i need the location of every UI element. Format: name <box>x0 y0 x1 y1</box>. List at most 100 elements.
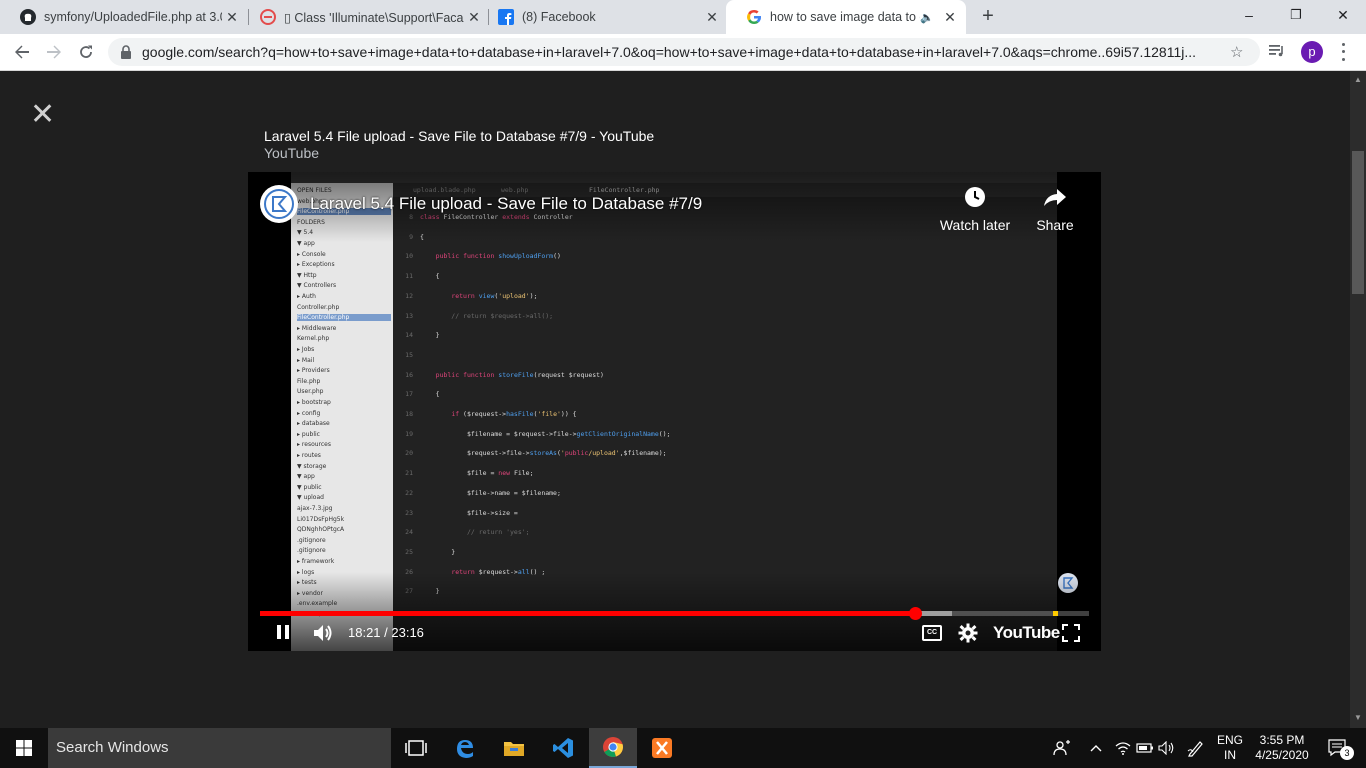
windows-logo-icon <box>16 740 32 756</box>
close-tab-icon[interactable]: ✕ <box>702 9 722 26</box>
file-tree-item: Li017DsFpHg5k <box>297 515 345 523</box>
result-title[interactable]: Laravel 5.4 File upload - Save File to D… <box>264 128 654 144</box>
back-button[interactable] <box>10 40 34 64</box>
clock[interactable]: 3:55 PM 4/25/2020 <box>1250 728 1314 768</box>
laracasts-icon <box>260 9 276 25</box>
tab-google-active[interactable]: how to save image data to d 🔈 ✕ <box>726 0 966 34</box>
watch-later-button[interactable]: Watch later <box>936 186 1014 233</box>
speaker-volume-icon[interactable] <box>1156 728 1178 768</box>
taskbar-search-box[interactable]: Search Windows <box>48 728 391 768</box>
volume-button[interactable] <box>312 623 334 643</box>
task-view-icon <box>405 740 427 756</box>
scrollbar-thumb[interactable] <box>1352 151 1364 294</box>
youtube-logo[interactable]: YouTube <box>993 623 1060 643</box>
settings-button[interactable] <box>958 623 978 643</box>
code-line: $filename = $request->file->getClientOri… <box>420 429 671 438</box>
close-tab-icon[interactable]: ✕ <box>940 9 960 26</box>
forward-button[interactable] <box>42 40 66 64</box>
file-tree-item: ▼ public <box>297 483 322 491</box>
edge-icon <box>457 740 473 758</box>
tab-laracasts[interactable]: ▯ Class 'Illuminate\Support\Facade ✕ <box>240 0 490 34</box>
video-title[interactable]: Laravel 5.4 File upload - Save File to D… <box>310 194 702 214</box>
line-number: 25 <box>405 547 413 556</box>
minimize-button[interactable]: – <box>1226 0 1272 30</box>
file-tree-item: .gitignore <box>297 547 326 555</box>
channel-avatar[interactable] <box>260 185 298 223</box>
bookmark-star-icon[interactable]: ☆ <box>1230 43 1243 61</box>
file-tree-item: ▼ Http <box>297 271 317 279</box>
file-tree-item: Controller.php <box>297 303 340 311</box>
tab-title: symfony/UploadedFile.php at 3.0 <box>44 10 222 24</box>
file-tree-item: ▸ framework <box>297 558 335 565</box>
file-tree-item: ▼ storage <box>297 462 327 470</box>
fullscreen-icon <box>1062 624 1080 642</box>
maximize-button[interactable]: ❐ <box>1272 0 1320 30</box>
code-line: { <box>420 272 440 281</box>
taskbar-file-explorer[interactable] <box>490 728 538 768</box>
people-icon[interactable] <box>1050 728 1074 768</box>
tab-facebook[interactable]: (8) Facebook ✕ <box>478 0 728 34</box>
line-number: 24 <box>405 528 413 537</box>
chevron-up-icon[interactable] <box>1086 728 1106 768</box>
menu-kebab-icon[interactable] <box>1337 41 1349 63</box>
taskbar-edge[interactable] <box>441 728 489 768</box>
captions-button[interactable]: CC <box>922 625 942 641</box>
line-number: 16 <box>405 370 413 379</box>
pen-ink-icon[interactable] <box>1184 728 1208 768</box>
file-tree-item: QDNghhOPtgcA <box>297 526 345 534</box>
taskbar-vscode[interactable] <box>539 728 587 768</box>
close-tab-icon[interactable]: ✕ <box>222 9 242 26</box>
taskbar-chrome[interactable] <box>589 728 637 768</box>
scroll-up-arrow-icon[interactable]: ▲ <box>1354 75 1362 84</box>
code-line: // return 'yes'; <box>420 528 530 537</box>
youtube-player[interactable]: OPEN FILESweb.phpFileController.phpFOLDE… <box>248 172 1101 651</box>
file-tree-item: File.php <box>297 377 321 385</box>
start-button[interactable] <box>0 728 48 768</box>
file-tree-item: ▼ upload <box>297 494 324 502</box>
url-text: google.com/search?q=how+to+save+image+da… <box>142 44 1197 60</box>
scroll-down-arrow-icon[interactable]: ▼ <box>1354 713 1362 722</box>
lock-icon <box>120 45 132 64</box>
share-button[interactable]: Share <box>1030 186 1080 233</box>
language-label: ENG <box>1216 733 1243 747</box>
tab-github[interactable]: symfony/UploadedFile.php at 3.0 ✕ <box>0 0 248 34</box>
language-indicator[interactable]: ENG IN <box>1212 728 1248 768</box>
profile-avatar[interactable]: p <box>1301 41 1323 63</box>
close-lightbox-button[interactable]: ✕ <box>30 100 58 130</box>
reload-button[interactable] <box>74 40 98 64</box>
line-number: 14 <box>405 331 413 340</box>
time-display: 18:21 / 23:16 <box>348 625 424 640</box>
clock-date: 4/25/2020 <box>1255 748 1309 762</box>
taskbar-xampp[interactable] <box>638 728 686 768</box>
close-window-button[interactable]: ✕ <box>1320 0 1366 30</box>
scrubber-handle[interactable] <box>908 607 922 620</box>
line-number: 17 <box>405 390 413 399</box>
clock-icon <box>965 187 985 207</box>
new-tab-button[interactable]: + <box>976 5 1000 29</box>
file-tree-item: Kernel.php <box>297 335 330 343</box>
progress-track[interactable] <box>260 607 1089 620</box>
played-bar <box>260 611 915 616</box>
code-line: $request->file->storeAs('public/upload',… <box>420 449 667 458</box>
line-number: 11 <box>405 272 413 281</box>
xampp-icon <box>652 738 672 758</box>
browser-toolbar: google.com/search?q=how+to+save+image+da… <box>0 34 1366 71</box>
action-center-button[interactable]: 3 <box>1318 728 1358 768</box>
file-tree-item: ▸ Console <box>297 250 326 258</box>
file-tree-item: ▸ Middleware <box>297 324 337 332</box>
pause-button[interactable] <box>274 623 294 643</box>
media-controls-icon[interactable] <box>1268 42 1290 62</box>
file-tree-item: .gitignore <box>297 536 326 544</box>
tab-title: (8) Facebook <box>522 10 596 24</box>
task-view-button[interactable] <box>392 728 440 768</box>
wifi-icon[interactable] <box>1112 728 1134 768</box>
speaker-icon[interactable]: 🔈 <box>920 11 934 24</box>
address-bar[interactable]: google.com/search?q=how+to+save+image+da… <box>108 38 1260 66</box>
battery-icon[interactable] <box>1134 728 1156 768</box>
line-number: 23 <box>405 508 413 517</box>
google-icon <box>746 9 762 25</box>
code-line: $file->size = <box>420 508 518 517</box>
fullscreen-button[interactable] <box>1062 624 1080 642</box>
line-number: 21 <box>405 469 413 478</box>
gear-icon <box>958 623 978 643</box>
